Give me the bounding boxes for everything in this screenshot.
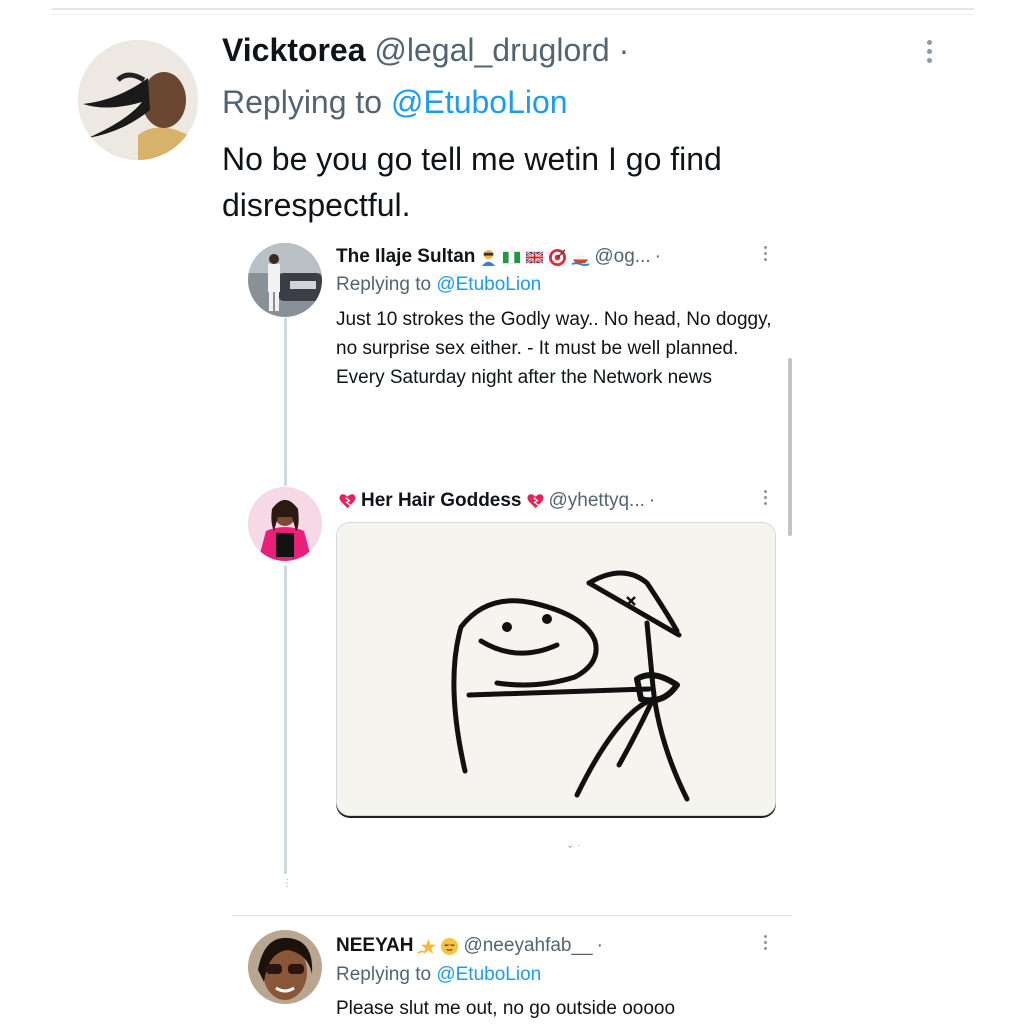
header-separator: · — [648, 490, 656, 511]
tweet-text: No be you go tell me wetin I go find dis… — [222, 141, 722, 223]
avatar-her-hair-goddess[interactable] — [248, 487, 322, 561]
media-caption-dots: ⌄ · — [566, 840, 581, 851]
nested-tweet-header: The Ilaje Sultan @og... · — [336, 246, 661, 268]
author-name[interactable]: Vicktorea — [222, 32, 366, 68]
flag-icon — [502, 248, 521, 267]
nested-tweet-header: NEEYAH @neeyahfab__ · — [336, 935, 603, 957]
reply-context: Replying to @EtuboLion — [222, 84, 568, 121]
star-icon — [417, 937, 437, 956]
boat-icon — [571, 248, 590, 267]
author-name[interactable]: NEEYAH — [336, 935, 413, 957]
avatar-vicktorea[interactable] — [78, 40, 198, 160]
more-options-icon[interactable] — [761, 490, 769, 505]
header-separator: · — [618, 32, 630, 68]
tweet-text: Just 10 strokes the Godly way.. No head,… — [336, 309, 772, 388]
author-handle[interactable]: @neeyahfab__ — [463, 935, 592, 957]
emoji-icon — [479, 248, 498, 267]
media-image-stick-figures[interactable] — [336, 522, 776, 816]
more-options-icon[interactable] — [761, 246, 769, 261]
heart-icon — [338, 492, 357, 511]
thread-line — [284, 566, 287, 874]
reply-prefix: Replying to — [222, 84, 383, 120]
author-handle[interactable]: @legal_druglord — [374, 32, 609, 68]
reply-mention-link[interactable]: @EtuboLion — [436, 274, 541, 295]
main-tweet-header: Vicktorea @legal_druglord · — [222, 32, 629, 69]
reply-mention-link[interactable]: @EtuboLion — [391, 84, 568, 120]
author-name[interactable]: Her Hair Goddess — [361, 490, 522, 512]
top-divider-secondary — [52, 14, 974, 15]
more-options-icon[interactable] — [925, 40, 933, 63]
reply-prefix: Replying to — [336, 274, 432, 295]
avatar-neeyah[interactable] — [248, 930, 322, 1004]
reply-context: Replying to @EtuboLion — [336, 964, 541, 986]
reply-mention-link[interactable]: @EtuboLion — [436, 964, 541, 985]
thread-line — [284, 318, 287, 486]
top-divider — [52, 8, 974, 10]
heart-icon — [526, 492, 545, 511]
nested-tweet-header: Her Hair Goddess @yhettyq... · — [338, 490, 655, 512]
reply-context: Replying to @EtuboLion — [336, 274, 541, 296]
tweet-text: Please slut me out, no go outside ooooo — [336, 998, 676, 1019]
thread-continuation-dots: ⋮ — [282, 878, 292, 889]
author-handle[interactable]: @og... — [594, 246, 650, 268]
author-handle[interactable]: @yhettyq... — [549, 490, 645, 512]
header-separator: · — [654, 246, 661, 267]
target-icon — [548, 248, 567, 267]
avatar-ilaje-sultan[interactable] — [248, 243, 322, 317]
flag-icon — [525, 248, 545, 267]
header-separator: · — [596, 935, 603, 956]
relieved-face-icon — [440, 937, 459, 956]
author-name[interactable]: The Ilaje Sultan — [336, 246, 475, 268]
section-divider — [232, 915, 792, 916]
reply-prefix: Replying to — [336, 964, 432, 985]
scrollbar[interactable] — [788, 358, 792, 536]
more-options-icon[interactable] — [761, 935, 769, 950]
